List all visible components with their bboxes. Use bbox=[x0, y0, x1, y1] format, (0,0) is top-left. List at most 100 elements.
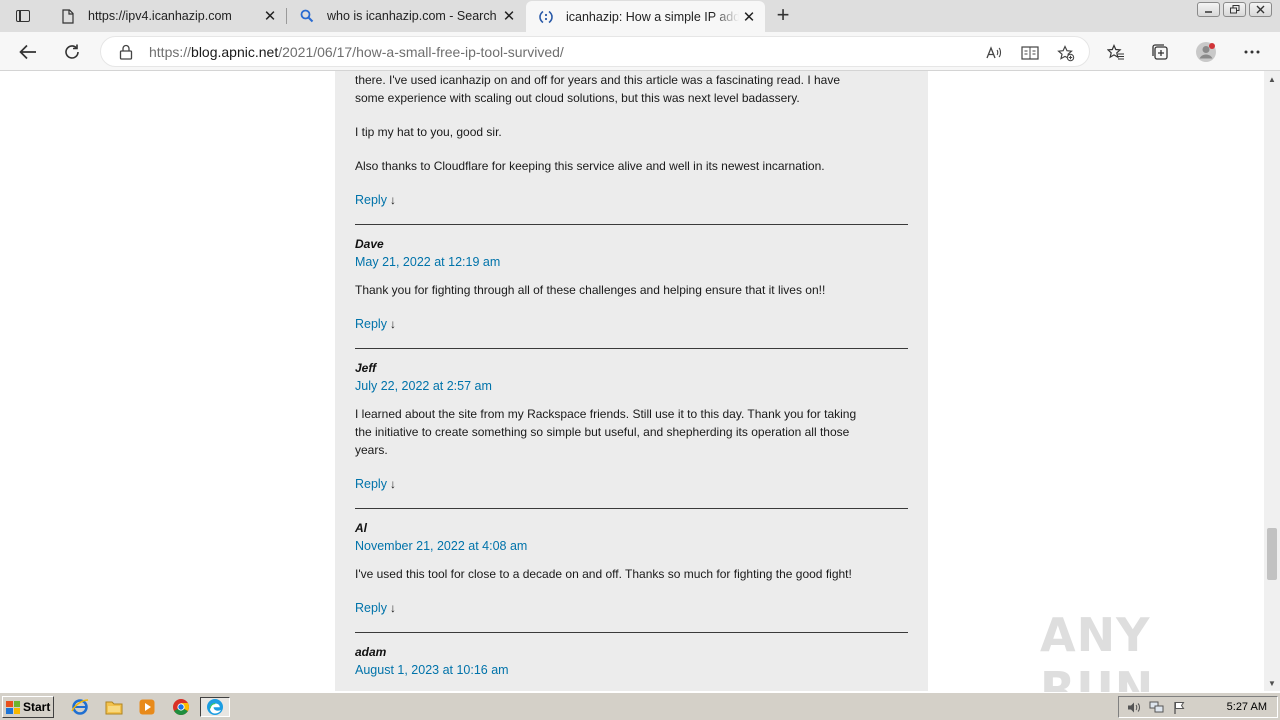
tab-title: who is icanhazip.com - Search bbox=[327, 9, 497, 23]
comment-text: Thank you for fighting through all of th… bbox=[355, 281, 825, 299]
reply-arrow-icon: ↓ bbox=[389, 477, 396, 491]
taskbar: Start 5:27 AM bbox=[0, 692, 1280, 720]
comment-author: Jeff bbox=[355, 361, 377, 375]
comment-author: Dave bbox=[355, 237, 384, 251]
comment-paragraph: Also thanks to Cloudflare for keeping th… bbox=[355, 159, 825, 173]
tab-title: icanhazip: How a simple IP addre bbox=[566, 9, 739, 24]
start-label: Start bbox=[23, 700, 51, 714]
comment-author: adam bbox=[355, 645, 387, 659]
comment-paragraph: I tip my hat to you, good sir. bbox=[355, 125, 502, 139]
minimize-button[interactable] bbox=[1197, 2, 1220, 17]
url-domain: blog.apnic.net bbox=[191, 44, 279, 60]
search-icon bbox=[299, 8, 315, 24]
back-arrow-icon bbox=[19, 44, 36, 60]
reply-arrow-icon: ↓ bbox=[389, 601, 396, 615]
page-icon bbox=[60, 8, 76, 24]
site-favicon-icon bbox=[538, 9, 554, 25]
read-aloud-icon[interactable] bbox=[983, 42, 1005, 64]
favorites-button[interactable] bbox=[1102, 38, 1130, 66]
refresh-icon bbox=[65, 44, 79, 59]
url-scheme: https:// bbox=[149, 44, 192, 60]
settings-more-button[interactable] bbox=[1238, 38, 1266, 66]
reply-link[interactable]: Reply ↓ bbox=[355, 477, 396, 491]
system-tray: 5:27 AM bbox=[1118, 696, 1278, 718]
comment-text: I learned about the site from my Rackspa… bbox=[355, 405, 856, 459]
scroll-thumb[interactable] bbox=[1267, 528, 1277, 580]
start-button[interactable]: Start bbox=[2, 696, 54, 718]
tab-search[interactable]: who is icanhazip.com - Search ✕ bbox=[287, 0, 525, 32]
tab-actions-button[interactable] bbox=[8, 5, 38, 27]
browser-toolbar: https://blog.apnic.net/2021/06/17/how-a-… bbox=[0, 32, 1280, 71]
comment-date-link[interactable]: November 21, 2022 at 4:08 am bbox=[355, 539, 527, 553]
tab-title: https://ipv4.icanhazip.com bbox=[88, 9, 232, 23]
close-window-button[interactable] bbox=[1249, 2, 1272, 17]
scroll-down-icon[interactable]: ▼ bbox=[1264, 675, 1280, 691]
address-bar[interactable]: https://blog.apnic.net/2021/06/17/how-a-… bbox=[100, 36, 1090, 67]
comment-divider bbox=[355, 632, 908, 633]
collections-icon bbox=[1152, 44, 1168, 60]
network-icon[interactable] bbox=[1149, 701, 1164, 714]
edge-icon bbox=[207, 699, 223, 715]
internet-explorer-icon[interactable] bbox=[69, 697, 91, 717]
tab-ipv4-icanhazip[interactable]: https://ipv4.icanhazip.com ✕ bbox=[48, 0, 286, 32]
windows-logo-icon bbox=[6, 700, 20, 714]
reply-link[interactable]: Reply ↓ bbox=[355, 317, 396, 331]
clock[interactable]: 5:27 AM bbox=[1227, 701, 1267, 713]
more-dots-icon bbox=[1244, 50, 1260, 54]
comment-author: Al bbox=[355, 521, 367, 535]
chrome-icon[interactable] bbox=[170, 697, 192, 717]
comment-line: years. bbox=[355, 443, 388, 457]
reply-arrow-icon: ↓ bbox=[389, 193, 396, 207]
refresh-button[interactable] bbox=[58, 38, 86, 66]
url-path: /2021/06/17/how-a-small-free-ip-tool-sur… bbox=[278, 44, 564, 60]
avatar bbox=[1196, 42, 1216, 62]
immersive-reader-icon[interactable] bbox=[1019, 42, 1041, 64]
comment-line: the initiative to create something so si… bbox=[355, 425, 850, 439]
file-explorer-icon[interactable] bbox=[103, 697, 125, 717]
favorites-icon bbox=[1107, 43, 1124, 60]
comment-text: I've used this tool for close to a decad… bbox=[355, 565, 852, 583]
comments-section: there. I've used icanhazip on and off fo… bbox=[335, 71, 928, 691]
reply-label: Reply bbox=[355, 193, 387, 207]
reply-label: Reply bbox=[355, 477, 387, 491]
comment-line: Thank you for fighting through all of th… bbox=[355, 283, 826, 297]
comment-line: some experience with scaling out cloud s… bbox=[355, 91, 800, 105]
tab-icanhazip-article[interactable]: icanhazip: How a simple IP addre ✕ bbox=[526, 1, 765, 32]
back-button[interactable] bbox=[14, 38, 42, 66]
url-text[interactable]: https://blog.apnic.net/2021/06/17/how-a-… bbox=[149, 44, 564, 60]
volume-icon[interactable] bbox=[1127, 701, 1141, 714]
reply-link[interactable]: Reply ↓ bbox=[355, 601, 396, 615]
tab-actions-icon bbox=[16, 10, 30, 22]
comment-date-link[interactable]: July 22, 2022 at 2:57 am bbox=[355, 379, 492, 393]
add-favorite-icon[interactable] bbox=[1055, 42, 1077, 64]
comment-divider bbox=[355, 348, 908, 349]
vertical-scrollbar[interactable]: ▲ ▼ bbox=[1264, 71, 1280, 691]
scroll-up-icon[interactable]: ▲ bbox=[1264, 71, 1280, 87]
action-center-flag-icon[interactable] bbox=[1173, 701, 1187, 714]
close-tab-icon[interactable]: ✕ bbox=[260, 6, 280, 26]
reply-link[interactable]: Reply ↓ bbox=[355, 193, 396, 207]
window-controls bbox=[1197, 2, 1272, 17]
media-player-icon[interactable] bbox=[136, 697, 158, 717]
reply-arrow-icon: ↓ bbox=[389, 317, 396, 331]
tab-strip: https://ipv4.icanhazip.com ✕ who is ican… bbox=[0, 0, 1280, 32]
profile-button[interactable] bbox=[1192, 38, 1220, 66]
page-viewport: there. I've used icanhazip on and off fo… bbox=[0, 71, 1264, 691]
comment-line: I learned about the site from my Rackspa… bbox=[355, 407, 857, 421]
new-tab-button[interactable]: + bbox=[771, 4, 795, 28]
reply-label: Reply bbox=[355, 317, 387, 331]
restore-button[interactable] bbox=[1223, 2, 1246, 17]
comment-text: there. I've used icanhazip on and off fo… bbox=[355, 71, 840, 107]
comment-date-link[interactable]: August 1, 2023 at 10:16 am bbox=[355, 663, 509, 677]
reply-label: Reply bbox=[355, 601, 387, 615]
collections-button[interactable] bbox=[1146, 38, 1174, 66]
comment-date-link[interactable]: May 21, 2022 at 12:19 am bbox=[355, 255, 500, 269]
comment-line: I've used this tool for close to a decad… bbox=[355, 567, 852, 581]
comment-divider bbox=[355, 508, 908, 509]
lock-icon[interactable] bbox=[119, 44, 133, 60]
comment-divider bbox=[355, 224, 908, 225]
edge-taskbar-button[interactable] bbox=[200, 697, 230, 717]
close-tab-icon[interactable]: ✕ bbox=[739, 7, 759, 27]
comment-line: there. I've used icanhazip on and off fo… bbox=[355, 73, 841, 87]
close-tab-icon[interactable]: ✕ bbox=[499, 6, 519, 26]
